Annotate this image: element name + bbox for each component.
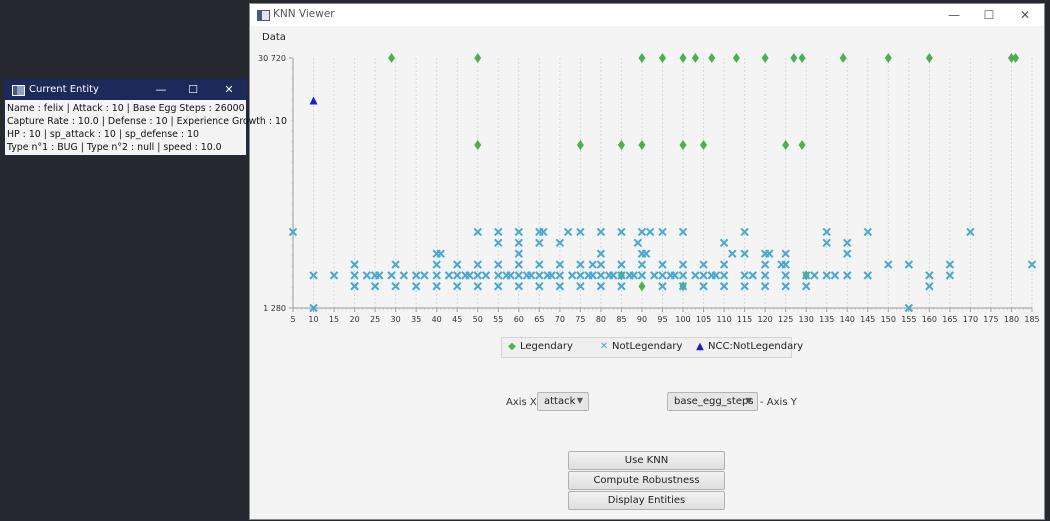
entity-title-bar[interactable]: Current Entity — ☐ ✕	[5, 80, 246, 100]
x-tick-label: 105	[696, 315, 711, 324]
x-tick-label: 65	[534, 315, 544, 324]
x-tick-label: 90	[637, 315, 647, 324]
compute-robustness-button[interactable]: Compute Robustness	[568, 471, 725, 490]
x-tick-label: 140	[840, 315, 855, 324]
entity-line-capture: Capture Rate : 10.0 | Defense : 10 | Exp…	[7, 116, 287, 127]
x-tick-label: 135	[819, 315, 834, 324]
y-tick-label: 30 720	[258, 54, 286, 63]
y-tick-label: 1 280	[263, 304, 286, 313]
x-tick-label: 60	[514, 315, 524, 324]
x-tick-label: 95	[657, 315, 667, 324]
legend-item-notlegendary: ✕ NotLegendary	[598, 341, 683, 352]
x-tick-label: 150	[881, 315, 896, 324]
x-tick-label: 180	[1004, 315, 1019, 324]
x-tick-label: 45	[452, 315, 462, 324]
triangle-icon: ▲	[696, 341, 704, 352]
app-icon	[12, 85, 25, 96]
close-button[interactable]: ✕	[213, 80, 245, 100]
legend-label-notlegendary: NotLegendary	[612, 341, 683, 352]
legend-item-legendary: ◆ Legendary	[506, 341, 573, 352]
x-mark-icon: ✕	[599, 341, 609, 352]
chart-legend: ◆ Legendary ✕ NotLegendary ▲ NCC:NotLegenda…	[501, 337, 803, 358]
entity-line-hp: HP : 10 | sp_attack : 10 | sp_defense : …	[7, 129, 199, 140]
entity-window-title: Current Entity	[29, 84, 99, 95]
x-tick-label: 130	[799, 315, 814, 324]
x-tick-label: 15	[329, 315, 339, 324]
x-tick-label: 5	[290, 315, 295, 324]
entity-line-type: Type n°1 : BUG | Type n°2 : null | speed…	[7, 142, 222, 153]
x-tick-label: 55	[493, 315, 503, 324]
x-tick-label: 10	[308, 315, 318, 324]
entity-line-name: Name : felix | Attack : 10 | Base Egg St…	[7, 103, 245, 114]
axis-x-value: attack	[544, 396, 576, 407]
x-tick-label: 125	[778, 315, 793, 324]
x-tick-label: 50	[473, 315, 483, 324]
display-entities-button[interactable]: Display Entities	[568, 491, 725, 510]
x-tick-label: 165	[942, 315, 957, 324]
x-tick-label: 115	[737, 315, 752, 324]
x-tick-label: 160	[922, 315, 937, 324]
legend-label-legendary: Legendary	[520, 341, 573, 352]
legend-label-ncc: NCC:NotLegendary	[708, 341, 804, 352]
scatter-chart: 5 10 15 20 25 30 35 40 45 50 55 60 65 70 75 80 85 90 95 100…	[258, 53, 1040, 324]
x-tick-label: 30	[391, 315, 401, 324]
use-knn-button[interactable]: Use KNN	[568, 451, 725, 470]
x-tick-label: 155	[901, 315, 916, 324]
knn-viewer-window: KNN Viewer — ☐ ✕ Data 5 10 15 20 25 30 35 40 45 5…	[249, 3, 1045, 520]
x-tick-label: 20	[349, 315, 359, 324]
axis-y-select[interactable]: base_egg_steps ▼	[667, 392, 758, 411]
axis-y-value: base_egg_steps	[674, 396, 754, 407]
chevron-down-icon: ▼	[576, 396, 583, 405]
x-tick-label: 145	[860, 315, 875, 324]
x-tick-label: 35	[411, 315, 421, 324]
x-tick-label: 110	[716, 315, 731, 324]
x-tick-label: 100	[675, 315, 690, 324]
x-tick-label: 80	[596, 315, 606, 324]
axis-x-select[interactable]: attack ▼	[537, 392, 589, 411]
axis-y-label: - Axis Y	[760, 397, 797, 408]
x-tick-label: 85	[616, 315, 626, 324]
chevron-down-icon: ▼	[745, 396, 752, 405]
x-tick-label: 175	[983, 315, 998, 324]
minimize-button[interactable]: —	[145, 80, 177, 100]
diamond-icon: ◆	[508, 341, 516, 352]
x-tick-label: 185	[1024, 315, 1039, 324]
x-tick-label: 120	[757, 315, 772, 324]
maximize-button[interactable]: ☐	[177, 80, 209, 100]
x-tick-label: 40	[432, 315, 442, 324]
x-tick-label: 25	[370, 315, 380, 324]
x-tick-label: 170	[963, 315, 978, 324]
x-tick-label: 70	[555, 315, 565, 324]
legend-item-ncc: ▲ NCC:NotLegendary	[694, 341, 803, 352]
current-entity-window: Current Entity — ☐ ✕ Name : felix | Atta…	[4, 79, 287, 156]
x-tick-label: 75	[575, 315, 585, 324]
